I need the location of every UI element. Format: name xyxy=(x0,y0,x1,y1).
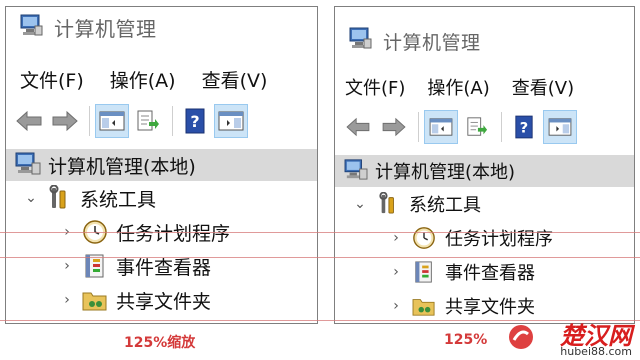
event-viewer-icon xyxy=(411,259,437,285)
tree-root-label: 计算机管理(本地) xyxy=(48,155,196,178)
watermark: 楚汉网 hubei88.com xyxy=(496,316,636,360)
tree-item-label: 事件查看器 xyxy=(445,263,535,284)
show-hide-tree-icon xyxy=(429,118,453,136)
menu-action[interactable]: 操作(A) xyxy=(110,66,176,93)
menu-bar: 文件(F) 操作(A) 查看(V) xyxy=(335,69,634,105)
menu-action[interactable]: 操作(A) xyxy=(427,74,489,100)
back-button[interactable] xyxy=(341,110,375,144)
shared-folder-icon xyxy=(411,293,437,319)
shared-folder-icon xyxy=(82,287,108,313)
forward-arrow-icon xyxy=(382,117,406,137)
window-title: 计算机管理 xyxy=(54,16,157,41)
toolbar-separator xyxy=(501,112,502,142)
tree-item-label: 系统工具 xyxy=(80,188,157,211)
chevron-right-icon[interactable]: › xyxy=(58,258,76,274)
toolbar-separator xyxy=(89,106,90,136)
site-logo-icon xyxy=(509,325,533,349)
computer-management-icon xyxy=(347,25,373,55)
tools-icon xyxy=(375,191,401,217)
back-arrow-icon xyxy=(16,110,42,132)
computer-management-icon xyxy=(14,151,42,180)
export-list-button[interactable] xyxy=(131,104,165,138)
window-title: 计算机管理 xyxy=(383,32,481,54)
forward-button[interactable] xyxy=(377,110,411,144)
tools-icon xyxy=(46,185,72,211)
watermark-url: hubei88.com xyxy=(560,345,632,358)
guide-line xyxy=(0,257,640,258)
tree-item-task-scheduler[interactable]: › 任务计划程序 xyxy=(335,221,634,255)
tree-item-event-viewer[interactable]: › 事件查看器 xyxy=(6,249,317,283)
clock-icon xyxy=(411,225,437,251)
action-pane-button[interactable] xyxy=(543,110,577,144)
guide-line xyxy=(0,232,640,233)
toolbar: ? xyxy=(335,107,634,147)
back-button[interactable] xyxy=(12,104,46,138)
console-tree: 计算机管理(本地) ⌄ 系统工具 › 任务计划程序 › 事件查看器 › xyxy=(335,155,634,323)
action-pane-button[interactable] xyxy=(214,104,248,138)
tree-item-label: 任务计划程序 xyxy=(445,229,553,250)
caption-right: 125% xyxy=(444,332,488,348)
caption-left: 125%缩放 xyxy=(124,335,196,351)
export-list-icon xyxy=(137,110,159,131)
computer-management-icon xyxy=(18,12,44,42)
tree-item-event-viewer[interactable]: › 事件查看器 xyxy=(335,255,634,289)
forward-button[interactable] xyxy=(48,104,82,138)
console-tree: 计算机管理(本地) ⌄ 系统工具 › 任务计划程序 › 事件查看器 › xyxy=(6,149,317,317)
help-button[interactable]: ? xyxy=(507,110,541,144)
tree-item-label: 共享文件夹 xyxy=(116,290,212,313)
tree-item-system-tools[interactable]: ⌄ 系统工具 xyxy=(6,181,317,215)
chevron-right-icon[interactable]: › xyxy=(58,292,76,308)
show-hide-tree-icon xyxy=(99,111,125,131)
forward-arrow-icon xyxy=(52,110,78,132)
toolbar: ? xyxy=(6,101,317,141)
tree-root-node[interactable]: 计算机管理(本地) xyxy=(6,149,317,181)
menu-file[interactable]: 文件(F) xyxy=(345,74,405,100)
back-arrow-icon xyxy=(346,117,370,137)
tree-item-label: 系统工具 xyxy=(409,195,481,216)
export-list-icon xyxy=(467,117,488,136)
show-hide-tree-button[interactable] xyxy=(95,104,129,138)
menu-view[interactable]: 查看(V) xyxy=(202,66,268,93)
window-right: 计算机管理 文件(F) 操作(A) 查看(V) ? 计算机管理(本地) ⌄ 系统… xyxy=(334,6,635,324)
menu-bar: 文件(F) 操作(A) 查看(V) xyxy=(6,61,317,97)
chevron-down-icon[interactable]: ⌄ xyxy=(351,196,369,212)
toolbar-separator xyxy=(418,112,419,142)
show-hide-tree-button[interactable] xyxy=(424,110,458,144)
export-list-button[interactable] xyxy=(460,110,494,144)
tree-item-system-tools[interactable]: ⌄ 系统工具 xyxy=(335,187,634,221)
help-button[interactable]: ? xyxy=(178,104,212,138)
chevron-down-icon[interactable]: ⌄ xyxy=(22,190,40,206)
window-left-125: 计算机管理 文件(F) 操作(A) 查看(V) ? 计算机管理(本地) ⌄ 系统… xyxy=(5,6,318,324)
computer-management-icon xyxy=(343,158,369,185)
tree-root-label: 计算机管理(本地) xyxy=(375,162,516,183)
action-pane-icon xyxy=(548,118,572,136)
svg-text:?: ? xyxy=(190,112,199,131)
help-icon: ? xyxy=(515,115,533,139)
title-bar: 计算机管理 xyxy=(335,7,634,61)
svg-text:?: ? xyxy=(520,120,528,136)
title-bar: 计算机管理 xyxy=(6,7,317,47)
action-pane-icon xyxy=(218,111,244,131)
toolbar-separator xyxy=(172,106,173,136)
chevron-right-icon[interactable]: › xyxy=(387,298,405,314)
menu-view[interactable]: 查看(V) xyxy=(512,74,574,100)
tree-item-shared-folders[interactable]: › 共享文件夹 xyxy=(6,283,317,317)
tree-root-node[interactable]: 计算机管理(本地) xyxy=(335,155,634,187)
chevron-right-icon[interactable]: › xyxy=(387,264,405,280)
menu-file[interactable]: 文件(F) xyxy=(20,66,84,93)
help-icon: ? xyxy=(185,108,205,134)
